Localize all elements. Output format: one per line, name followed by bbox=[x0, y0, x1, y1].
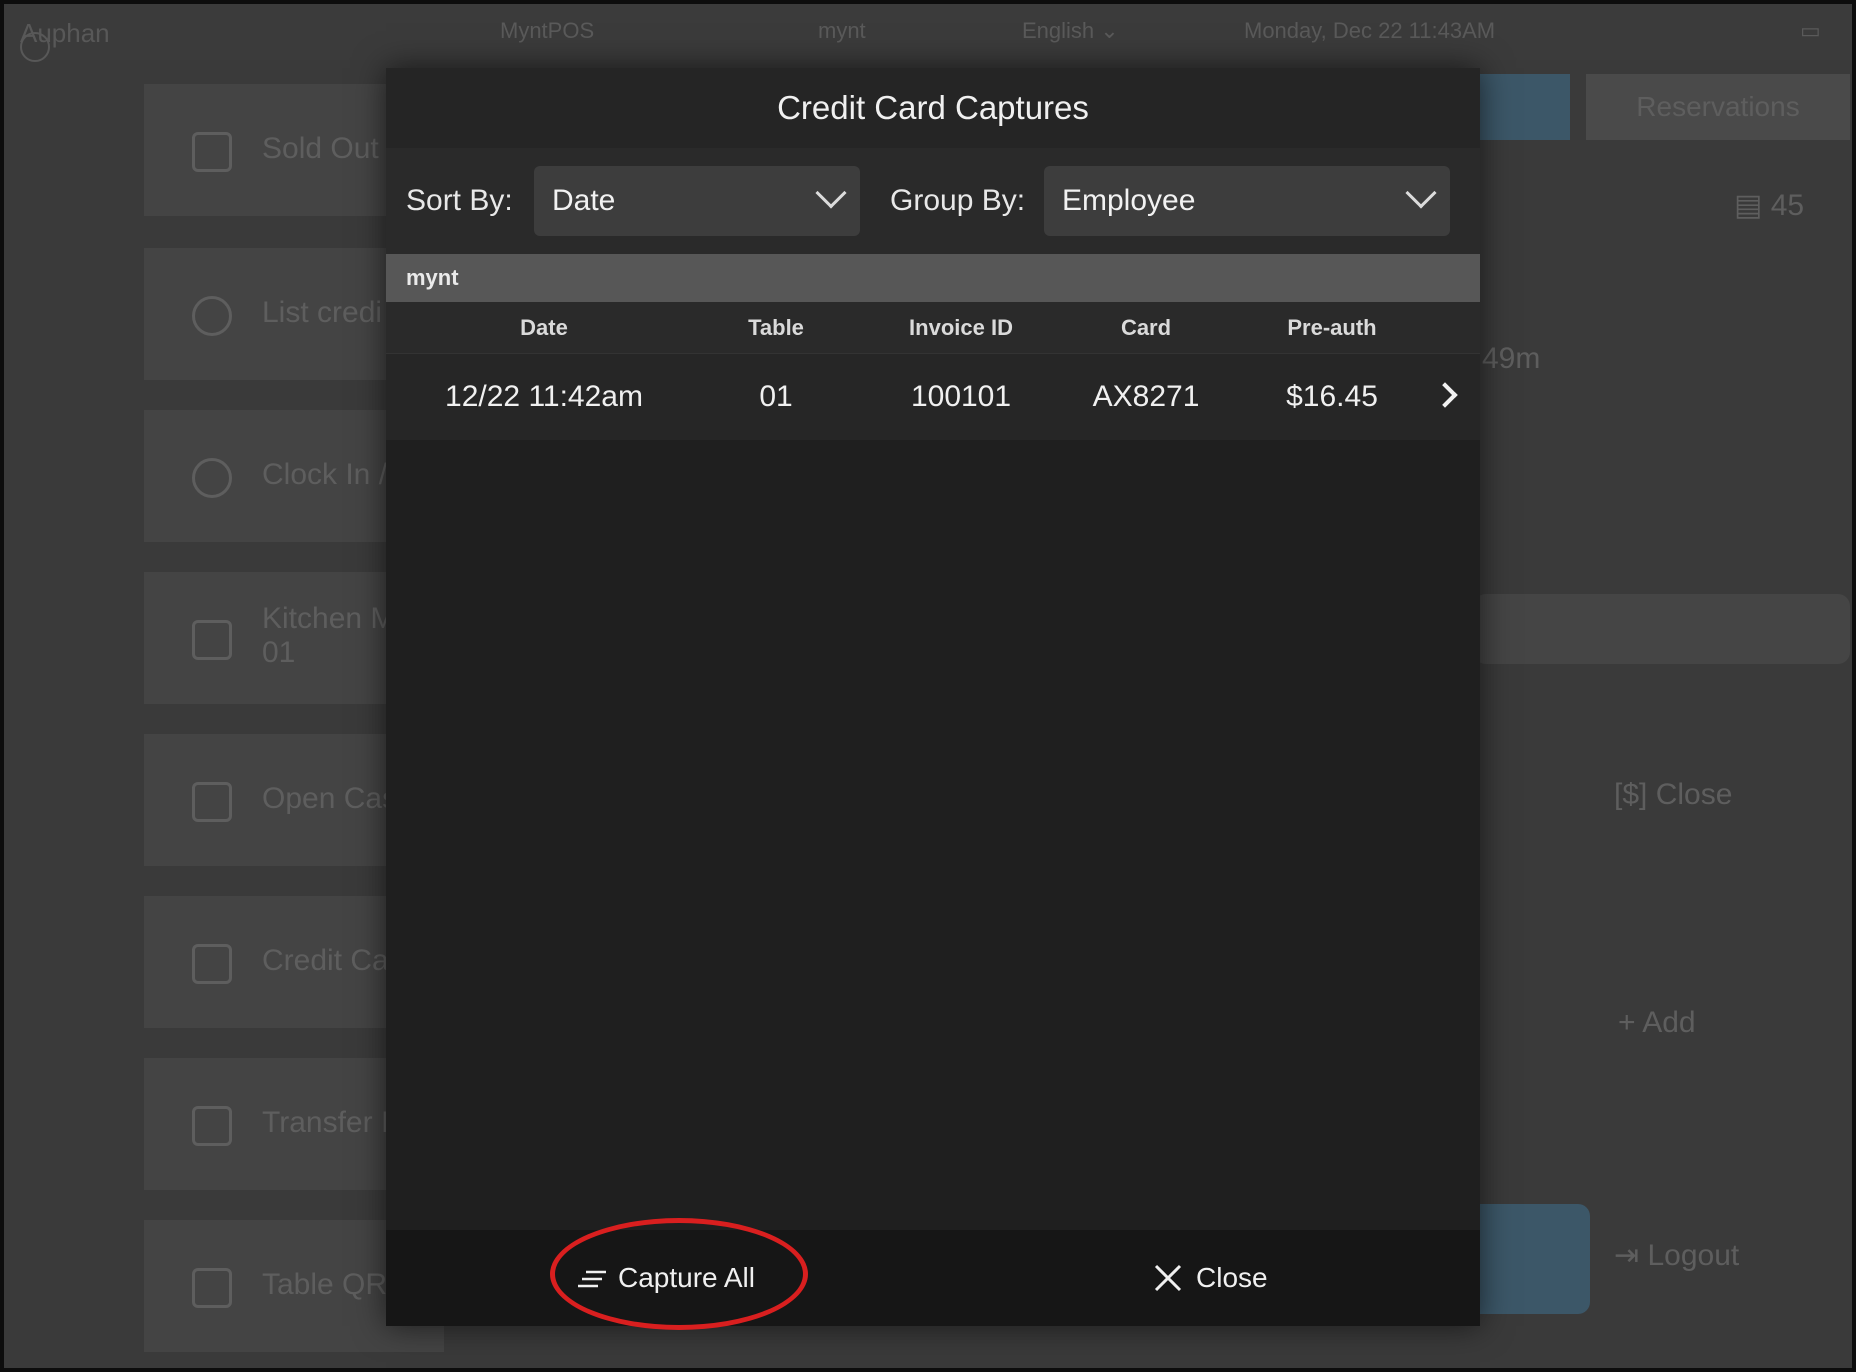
sort-by-label: Sort By: bbox=[406, 184, 513, 217]
orders-count: ▤ 45 bbox=[1734, 188, 1804, 223]
sidebar-item-label: Sold Out bbox=[262, 132, 379, 165]
logo-icon bbox=[20, 32, 50, 62]
sort-by-select[interactable]: Date bbox=[534, 166, 860, 236]
count-value: 45 bbox=[1770, 189, 1805, 222]
qr-icon bbox=[192, 1268, 232, 1308]
close-label: Close bbox=[1196, 1262, 1268, 1293]
table-row[interactable]: 12/22 11:42am 01 100101 AX8271 $16.45 bbox=[386, 354, 1480, 440]
chevron-down-icon bbox=[815, 177, 847, 209]
sidebar-item-sublabel: 01 bbox=[262, 636, 296, 669]
sort-group-toolbar: Sort By: Date Group By: Employee bbox=[386, 148, 1480, 254]
group-by-value: Employee bbox=[1062, 184, 1196, 217]
list-icon: ▤ bbox=[1734, 189, 1763, 222]
datetime: Monday, Dec 22 11:43AM bbox=[1244, 18, 1496, 43]
logout-icon: ⇥ bbox=[1614, 1239, 1640, 1272]
blue-tab-button[interactable] bbox=[1474, 74, 1570, 140]
app-window: Auphan MyntPOS mynt English ⌄ Monday, De… bbox=[0, 0, 1856, 1372]
column-header-card: Card bbox=[1120, 315, 1172, 340]
sort-by-value: Date bbox=[552, 184, 616, 217]
elapsed-timer: 49m bbox=[1482, 342, 1541, 375]
sidebar-item-label: List credi bbox=[262, 296, 383, 329]
dialog-title: Credit Card Captures bbox=[386, 68, 1480, 148]
user-name: mynt bbox=[818, 18, 866, 43]
cell-card: AX8271 bbox=[1092, 380, 1200, 413]
group-by-label: Group By: bbox=[890, 184, 1026, 217]
invoice-link[interactable]: 100101 bbox=[911, 354, 1011, 440]
group-by-select[interactable]: Employee bbox=[1044, 166, 1450, 236]
close-check-button[interactable]: [$] Close bbox=[1614, 778, 1732, 812]
dollar-box-icon: [$] bbox=[1614, 778, 1648, 811]
transfer-doc-icon bbox=[192, 1106, 232, 1146]
plus-icon: + bbox=[1618, 1006, 1636, 1039]
column-header-invoice-id: Invoice ID bbox=[909, 315, 1013, 340]
sold-out-icon bbox=[192, 132, 232, 172]
credit-card-captures-dialog: Credit Card Captures Sort By: Date Group… bbox=[386, 68, 1480, 1326]
close-check-label: Close bbox=[1655, 778, 1733, 811]
language-label: English bbox=[1022, 18, 1095, 43]
add-label: Add bbox=[1642, 1006, 1696, 1039]
sidebar-item-label: Kitchen M bbox=[262, 602, 396, 635]
cell-preauth: $16.45 bbox=[1286, 380, 1378, 413]
chevron-down-icon bbox=[1405, 177, 1437, 209]
chevron-right-icon[interactable] bbox=[1432, 382, 1458, 408]
sidebar-item-label: Clock In / bbox=[262, 458, 388, 491]
column-header-preauth: Pre-auth bbox=[1287, 315, 1377, 340]
highlight-annotation bbox=[550, 1218, 808, 1330]
cash-drawer-icon bbox=[192, 782, 232, 822]
column-header-date: Date bbox=[520, 315, 568, 340]
close-button[interactable]: Close bbox=[1154, 1230, 1268, 1326]
sidebar-item-label: Credit Ca bbox=[262, 944, 389, 977]
add-button[interactable]: + Add bbox=[1618, 1006, 1696, 1040]
language-select[interactable]: English ⌄ bbox=[1022, 18, 1119, 44]
top-bar: Auphan MyntPOS mynt English ⌄ Monday, De… bbox=[4, 4, 1852, 62]
brand-logo: Auphan bbox=[20, 18, 110, 62]
chat-icon[interactable]: ▭ bbox=[1800, 18, 1821, 44]
sidebar-item-label: Transfer I bbox=[262, 1106, 390, 1139]
cell-date: 12/22 11:42am bbox=[445, 380, 643, 413]
stopwatch-icon bbox=[192, 458, 232, 498]
store-name: MyntPOS bbox=[500, 18, 595, 43]
reservations-button[interactable]: Reservations bbox=[1586, 74, 1850, 140]
sidebar-item-label: Open Cas bbox=[262, 782, 398, 815]
cell-table: 01 bbox=[759, 380, 793, 413]
logout-button[interactable]: ⇥ Logout bbox=[1614, 1238, 1739, 1273]
dollar-refresh-icon bbox=[192, 296, 232, 336]
background-bar bbox=[1474, 594, 1850, 664]
group-header: mynt bbox=[386, 254, 1480, 302]
kitchen-note-icon bbox=[192, 620, 232, 660]
logout-label: Logout bbox=[1647, 1239, 1740, 1272]
credit-card-icon bbox=[192, 944, 232, 984]
table-header: Date Table Invoice ID Card Pre-auth bbox=[386, 302, 1480, 354]
close-icon bbox=[1154, 1264, 1182, 1292]
column-header-table: Table bbox=[748, 315, 804, 340]
sidebar-item-label: Table QR bbox=[262, 1268, 388, 1301]
